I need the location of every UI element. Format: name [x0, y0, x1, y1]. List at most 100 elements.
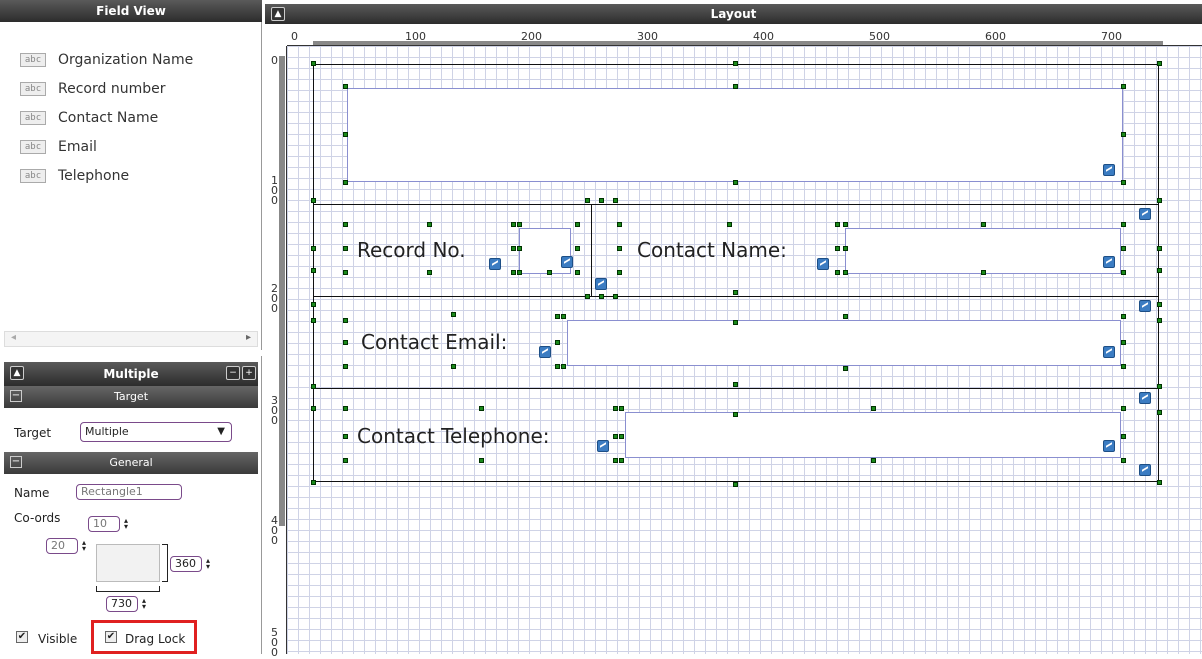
resize-handle[interactable]: [871, 406, 876, 411]
telephone-field[interactable]: [625, 412, 1121, 458]
resize-handle[interactable]: [733, 482, 738, 487]
resize-handle[interactable]: [555, 364, 560, 369]
picture-icon[interactable]: [1103, 440, 1115, 452]
picture-icon[interactable]: [595, 278, 607, 290]
resize-handle[interactable]: [1121, 434, 1126, 439]
resize-handle[interactable]: [1157, 318, 1162, 323]
resize-handle[interactable]: [451, 364, 456, 369]
target-section-header[interactable]: − Target: [4, 386, 258, 408]
plus-icon[interactable]: +: [242, 366, 256, 380]
resize-handle[interactable]: [599, 198, 604, 203]
resize-handle[interactable]: [617, 222, 622, 227]
picture-icon[interactable]: [539, 346, 551, 358]
resize-handle[interactable]: [733, 180, 738, 185]
resize-handle[interactable]: [343, 458, 348, 463]
resize-handle[interactable]: [617, 246, 622, 251]
horizontal-scrollbar[interactable]: ◂ ▸: [4, 331, 258, 347]
resize-handle[interactable]: [343, 406, 348, 411]
picture-icon[interactable]: [1103, 346, 1115, 358]
resize-handle[interactable]: [343, 434, 348, 439]
resize-handle[interactable]: [343, 270, 348, 275]
scroll-left-icon[interactable]: ◂: [11, 332, 16, 343]
field-item-email[interactable]: abc Email: [20, 136, 97, 158]
contact-name-label[interactable]: Contact Name:: [637, 238, 787, 262]
field-item-contact-name[interactable]: abc Contact Name: [20, 107, 158, 129]
resize-handle[interactable]: [613, 294, 618, 299]
field-item-telephone[interactable]: abc Telephone: [20, 165, 129, 187]
resize-handle[interactable]: [613, 458, 618, 463]
resize-handle[interactable]: [733, 382, 738, 387]
resize-handle[interactable]: [843, 222, 848, 227]
resize-handle[interactable]: [311, 384, 316, 389]
resize-handle[interactable]: [981, 270, 986, 275]
resize-handle[interactable]: [511, 222, 516, 227]
field-item-record-number[interactable]: abc Record number: [20, 78, 165, 100]
resize-handle[interactable]: [343, 340, 348, 345]
picture-icon[interactable]: [1103, 164, 1115, 176]
picture-icon[interactable]: [1103, 256, 1115, 268]
resize-handle[interactable]: [561, 314, 566, 319]
left-coord-field[interactable]: 20: [46, 538, 78, 554]
resize-handle[interactable]: [733, 84, 738, 89]
picture-icon[interactable]: [817, 258, 829, 270]
resize-handle[interactable]: [981, 222, 986, 227]
resize-handle[interactable]: [575, 270, 580, 275]
resize-handle[interactable]: [843, 314, 848, 319]
resize-handle[interactable]: [517, 222, 522, 227]
resize-handle[interactable]: [343, 318, 348, 323]
top-coord-field[interactable]: 10: [88, 516, 120, 532]
height-field[interactable]: 360: [170, 556, 202, 572]
resize-handle[interactable]: [311, 302, 316, 307]
picture-icon[interactable]: [1139, 300, 1151, 312]
resize-handle[interactable]: [1121, 314, 1126, 319]
contact-name-field[interactable]: [845, 228, 1121, 274]
layout-canvas[interactable]: Record No. Contact Name: Contact Email: …: [287, 46, 1202, 654]
resize-handle[interactable]: [1157, 198, 1162, 203]
resize-handle[interactable]: [427, 222, 432, 227]
resize-handle[interactable]: [511, 270, 516, 275]
contact-email-label[interactable]: Contact Email:: [361, 330, 507, 354]
resize-handle[interactable]: [613, 198, 618, 203]
resize-handle[interactable]: [1121, 406, 1126, 411]
resize-handle[interactable]: [619, 434, 624, 439]
drag-lock-checkbox[interactable]: ✔: [105, 631, 117, 643]
resize-handle[interactable]: [575, 222, 580, 227]
email-field[interactable]: [567, 320, 1121, 366]
resize-handle[interactable]: [343, 180, 348, 185]
resize-handle[interactable]: [343, 364, 348, 369]
resize-handle[interactable]: [311, 480, 316, 485]
resize-handle[interactable]: [311, 406, 316, 411]
record-no-label[interactable]: Record No.: [357, 238, 466, 262]
resize-handle[interactable]: [343, 84, 348, 89]
width-field[interactable]: 730: [106, 596, 138, 612]
contact-telephone-label[interactable]: Contact Telephone:: [357, 424, 549, 448]
resize-handle[interactable]: [843, 246, 848, 251]
resize-handle[interactable]: [843, 366, 848, 371]
resize-handle[interactable]: [1157, 410, 1162, 415]
resize-handle[interactable]: [575, 246, 580, 251]
scroll-right-icon[interactable]: ▸: [246, 332, 251, 343]
visible-checkbox[interactable]: ✔: [16, 631, 28, 643]
resize-handle[interactable]: [561, 364, 566, 369]
picture-icon[interactable]: [489, 258, 501, 270]
resize-handle[interactable]: [1121, 132, 1126, 137]
resize-handle[interactable]: [1157, 268, 1162, 273]
resize-handle[interactable]: [555, 314, 560, 319]
collapse-up-icon[interactable]: ▲: [271, 7, 285, 21]
resize-handle[interactable]: [451, 312, 456, 317]
resize-handle[interactable]: [619, 406, 624, 411]
resize-handle[interactable]: [1121, 222, 1126, 227]
resize-handle[interactable]: [1121, 246, 1126, 251]
resize-handle[interactable]: [1121, 458, 1126, 463]
resize-handle[interactable]: [479, 458, 484, 463]
resize-handle[interactable]: [479, 406, 484, 411]
resize-handle[interactable]: [1121, 180, 1126, 185]
left-spinner[interactable]: ▴ ▾: [80, 539, 88, 553]
resize-handle[interactable]: [311, 318, 316, 323]
general-section-header[interactable]: − General: [4, 452, 258, 474]
height-spinner[interactable]: ▴ ▾: [204, 557, 212, 571]
resize-handle[interactable]: [585, 294, 590, 299]
picture-icon[interactable]: [597, 440, 609, 452]
resize-handle[interactable]: [599, 294, 604, 299]
resize-handle[interactable]: [835, 222, 840, 227]
